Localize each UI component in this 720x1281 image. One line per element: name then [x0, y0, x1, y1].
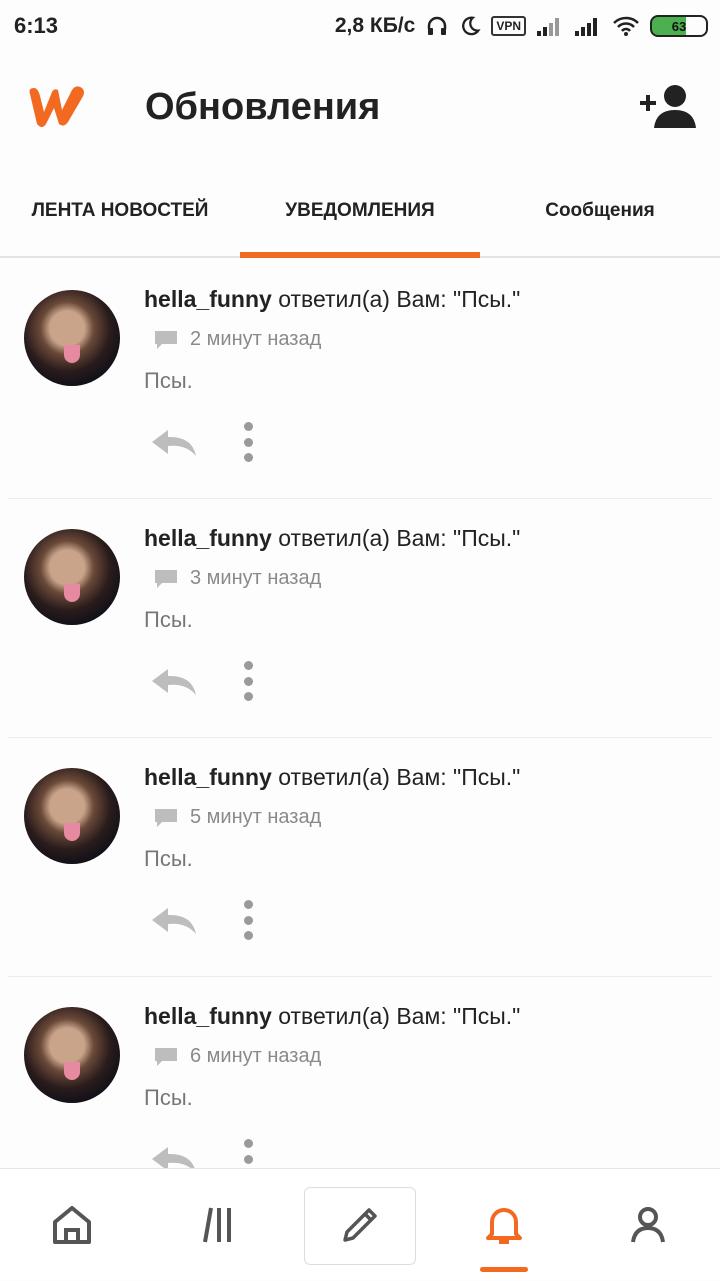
notification-item[interactable]: hella_funny ответил(а) Вам: "Псы." 5 мин… [8, 738, 712, 977]
home-icon [53, 1206, 91, 1244]
notification-text: Псы. [144, 846, 193, 871]
headphones-icon [428, 16, 447, 35]
pencil-icon [343, 1208, 377, 1242]
avatar[interactable] [24, 290, 120, 386]
notification-action: ответил(а) Вам: "Псы." [271, 1003, 521, 1029]
nav-notifications[interactable] [432, 1169, 576, 1281]
notification-item[interactable]: hella_funny ответил(а) Вам: "Псы." 6 мин… [8, 977, 712, 1168]
notification-meta: 2 минут назад [154, 328, 321, 351]
bottom-navigation [0, 1168, 720, 1280]
page-title: Обновления [145, 86, 381, 128]
notification-text: Псы. [144, 1085, 193, 1110]
notification-text: Псы. [144, 607, 193, 632]
notification-item[interactable]: hella_funny ответил(а) Вам: "Псы." 3 мин… [8, 499, 712, 738]
username[interactable]: hella_funny [144, 1003, 272, 1029]
tab-notifications[interactable]: УВЕДОМЛЕНИЯ [240, 166, 480, 258]
comment-icon [155, 330, 177, 349]
network-speed: 2,8 КБ/с [334, 14, 416, 37]
app-bar: Обновления [0, 52, 720, 164]
notification-headline: hella_funny ответил(а) Вам: "Псы." [144, 525, 520, 552]
wifi-icon [613, 16, 639, 36]
nav-profile[interactable] [576, 1169, 720, 1281]
more-options-icon[interactable] [242, 661, 254, 701]
vpn-badge: VPN [491, 16, 526, 36]
status-bar: 6:13 2,8 КБ/с VPN 63 [0, 0, 720, 52]
reply-icon[interactable] [150, 667, 198, 697]
status-icons: 2,8 КБ/с VPN 63 [335, 14, 708, 38]
reply-icon[interactable] [150, 906, 198, 936]
notification-action: ответил(а) Вам: "Псы." [271, 525, 521, 551]
reply-icon[interactable] [150, 1145, 198, 1168]
more-options-icon[interactable] [242, 1139, 254, 1168]
notification-action: ответил(а) Вам: "Псы." [271, 286, 521, 312]
wattpad-logo-icon[interactable] [24, 82, 88, 130]
more-options-icon[interactable] [242, 900, 254, 940]
username[interactable]: hella_funny [144, 525, 272, 551]
active-tab-indicator [480, 1267, 528, 1272]
comment-icon [155, 1047, 177, 1066]
notification-time: 5 минут назад [190, 806, 322, 828]
comment-icon [155, 569, 177, 588]
nav-home[interactable] [0, 1169, 144, 1281]
tab-news-feed[interactable]: ЛЕНТА НОВОСТЕЙ [0, 166, 240, 256]
signal-icon [537, 18, 559, 36]
username[interactable]: hella_funny [144, 286, 272, 312]
notification-text: Псы. [144, 368, 193, 393]
notification-headline: hella_funny ответил(а) Вам: "Псы." [144, 286, 520, 313]
notification-time: 2 минут назад [190, 328, 322, 350]
signal-icon-2 [575, 18, 597, 36]
avatar[interactable] [24, 1007, 120, 1103]
add-friend-icon[interactable] [640, 82, 696, 130]
notification-time: 6 минут назад [190, 1045, 322, 1067]
avatar[interactable] [24, 529, 120, 625]
avatar[interactable] [24, 768, 120, 864]
tab-messages[interactable]: Сообщения [480, 166, 720, 256]
library-icon [203, 1207, 231, 1243]
more-options-icon[interactable] [242, 422, 254, 462]
notification-headline: hella_funny ответил(а) Вам: "Псы." [144, 1003, 520, 1030]
tab-bar: ЛЕНТА НОВОСТЕЙ УВЕДОМЛЕНИЯ Сообщения [0, 166, 720, 258]
nav-library[interactable] [144, 1169, 288, 1281]
notification-action: ответил(а) Вам: "Псы." [271, 764, 521, 790]
notification-item[interactable]: hella_funny ответил(а) Вам: "Псы." 2 мин… [8, 260, 712, 499]
profile-icon [631, 1207, 665, 1243]
reply-icon[interactable] [150, 428, 198, 458]
bell-icon [486, 1208, 522, 1244]
notification-meta: 5 минут назад [154, 806, 321, 829]
moon-icon [462, 16, 481, 36]
notification-list: hella_funny ответил(а) Вам: "Псы." 2 мин… [0, 260, 720, 1168]
username[interactable]: hella_funny [144, 764, 272, 790]
notification-headline: hella_funny ответил(а) Вам: "Псы." [144, 764, 520, 791]
comment-icon [155, 808, 177, 827]
notification-time: 3 минут назад [190, 567, 322, 589]
notification-meta: 6 минут назад [154, 1045, 321, 1068]
status-time: 6:13 [14, 13, 59, 38]
notification-meta: 3 минут назад [154, 567, 321, 590]
battery-indicator: 63 [650, 15, 708, 37]
nav-write[interactable] [288, 1169, 432, 1281]
